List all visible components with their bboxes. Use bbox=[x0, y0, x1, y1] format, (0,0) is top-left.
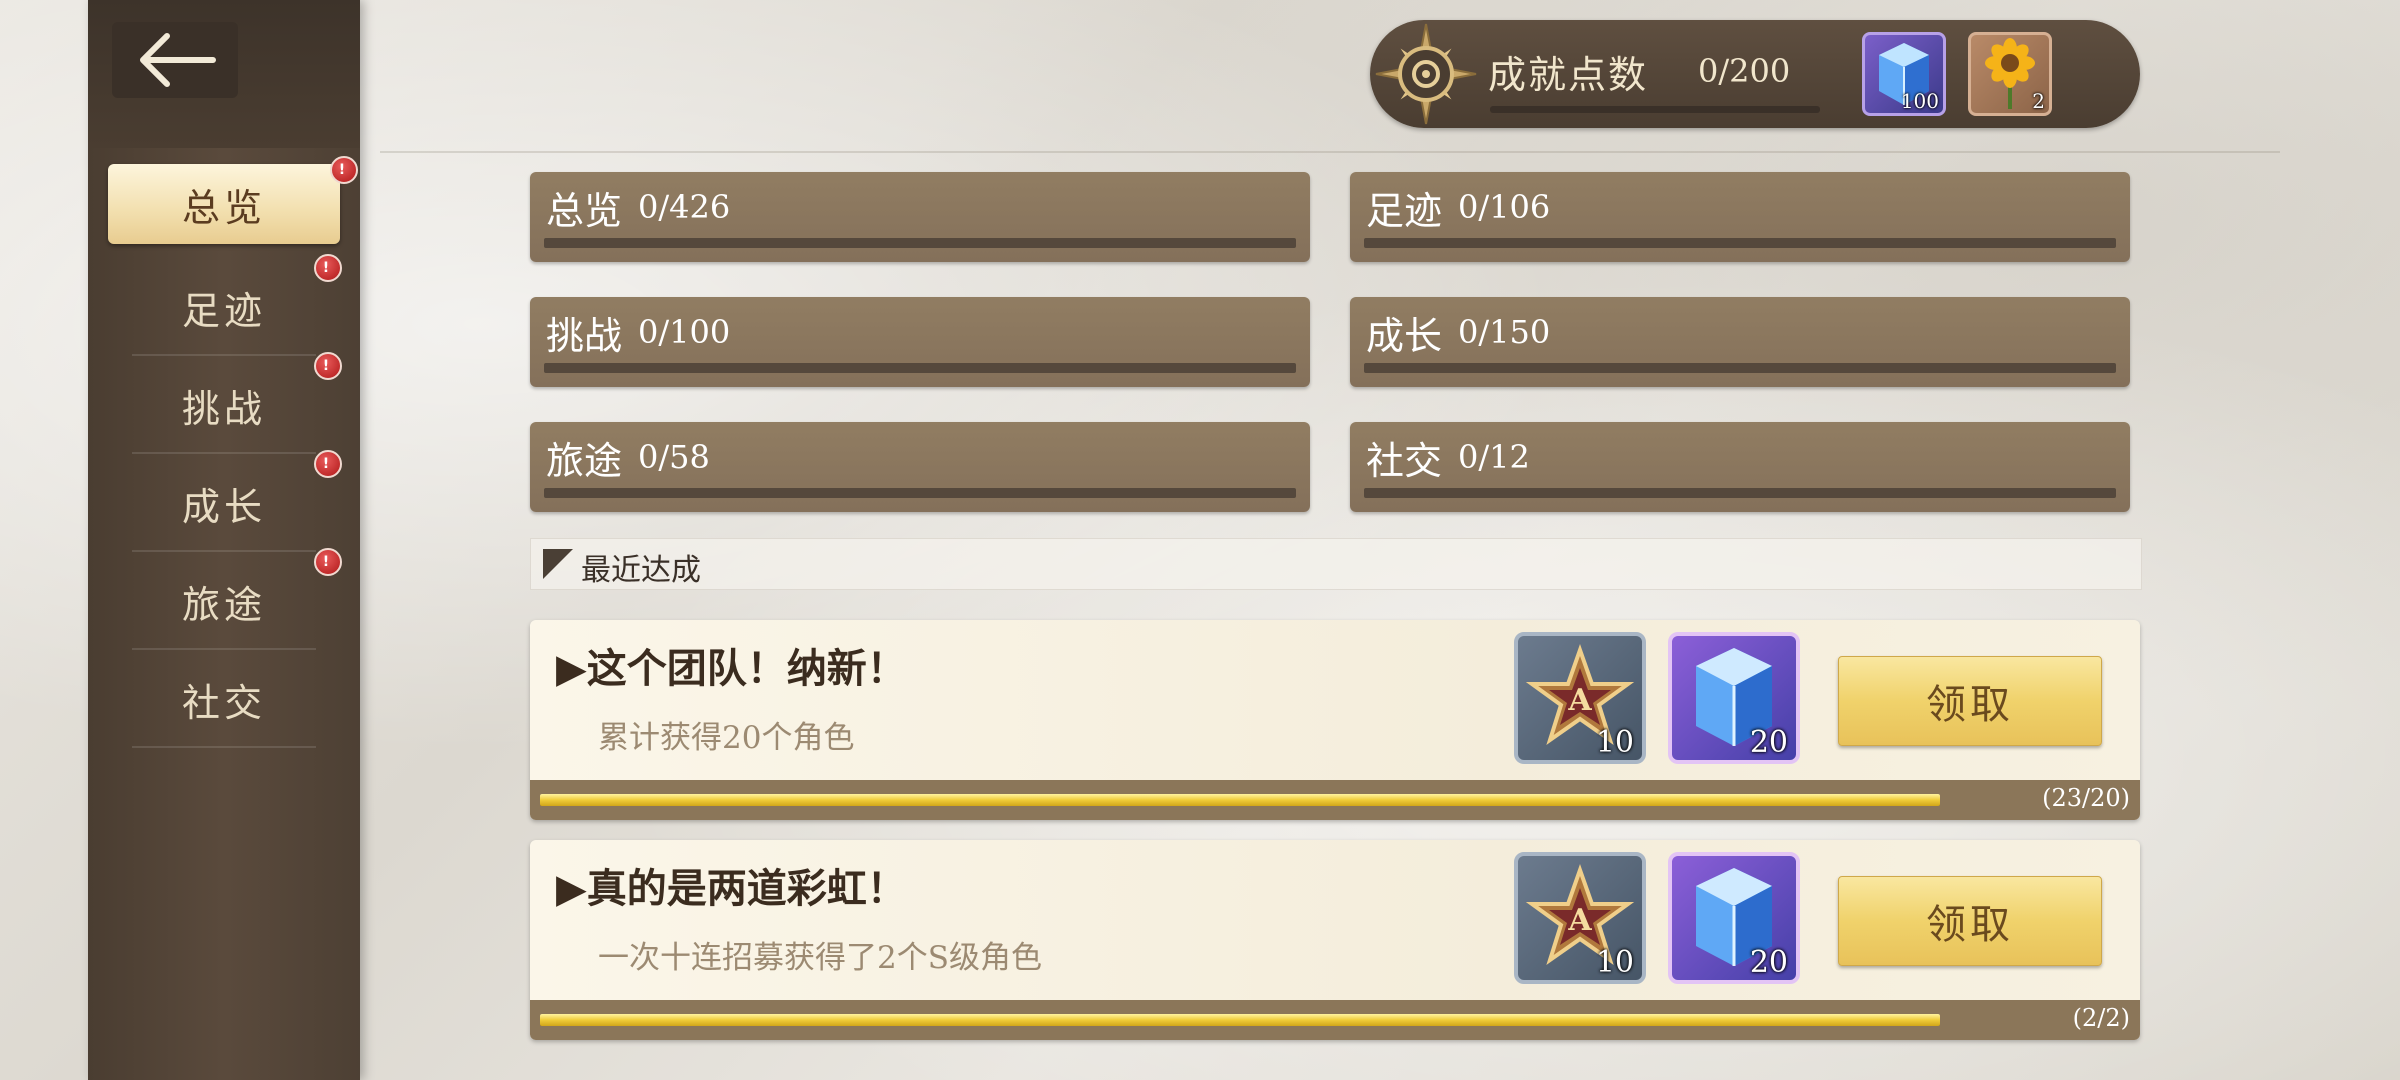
sidebar-item-label: 社交 bbox=[181, 680, 266, 725]
sidebar-item-social[interactable]: 社交 bbox=[88, 650, 360, 748]
header-divider bbox=[380, 151, 2280, 153]
achievement-card: ▶真的是两道彩虹！ 一次十连招募获得了2个S级角色 A 10 20 领取 (2/… bbox=[530, 840, 2140, 1040]
category-count: 0/58 bbox=[638, 438, 710, 476]
sidebar-item-overview[interactable]: 总览 ! bbox=[108, 156, 358, 244]
sidebar-item-journey[interactable]: 旅途 ! bbox=[88, 548, 360, 650]
claim-button[interactable]: 领取 bbox=[1838, 876, 2102, 966]
points-value: 0/200 bbox=[1698, 52, 1791, 90]
category-challenge[interactable]: 挑战 0/100 bbox=[530, 297, 1310, 387]
sidebar-item-challenge[interactable]: 挑战 ! bbox=[88, 352, 360, 454]
sidebar-item-growth[interactable]: 成长 ! bbox=[88, 450, 360, 552]
reward-blue-crystal[interactable]: 20 bbox=[1668, 852, 1800, 984]
category-name: 足迹 bbox=[1366, 189, 1443, 233]
points-label: 成就点数 bbox=[1488, 53, 1649, 97]
points-reward-sunflower[interactable]: 2 bbox=[1968, 32, 2052, 116]
achievement-progress-track bbox=[540, 1014, 1940, 1026]
alert-badge-icon: ! bbox=[314, 548, 342, 576]
category-count: 0/150 bbox=[1458, 313, 1551, 351]
sidebar-item-label: 挑战 bbox=[181, 386, 266, 431]
reward-a-rank-medal[interactable]: A 10 bbox=[1514, 632, 1646, 764]
category-progress-track bbox=[544, 488, 1296, 498]
back-button[interactable] bbox=[112, 22, 238, 98]
recent-achievements-header: 最近达成 bbox=[530, 538, 2142, 590]
achievement-title: ▶这个团队！纳新！ bbox=[556, 645, 907, 692]
achievement-desc: 一次十连招募获得了2个S级角色 bbox=[598, 940, 1042, 976]
corner-marker-icon bbox=[543, 549, 573, 579]
category-progress-track bbox=[1364, 488, 2116, 498]
points-reward-crystal[interactable]: 100 bbox=[1862, 32, 1946, 116]
category-count: 0/426 bbox=[638, 188, 731, 226]
reward-count: 100 bbox=[1900, 89, 1939, 113]
achievement-points-bar: 成就点数 0/200 100 2 bbox=[1370, 20, 2140, 128]
claim-button[interactable]: 领取 bbox=[1838, 656, 2102, 746]
category-footprint[interactable]: 足迹 0/106 bbox=[1350, 172, 2130, 262]
sidebar-item-label: 成长 bbox=[181, 484, 266, 529]
category-journey[interactable]: 旅途 0/58 bbox=[530, 422, 1310, 512]
category-progress-track bbox=[544, 238, 1296, 248]
sidebar-item-footprint[interactable]: 足迹 ! bbox=[88, 254, 360, 356]
category-count: 0/12 bbox=[1458, 438, 1530, 476]
achievement-progress-text: (23/20) bbox=[2042, 784, 2130, 812]
category-name: 成长 bbox=[1366, 314, 1443, 358]
alert-badge-icon: ! bbox=[314, 450, 342, 478]
reward-count: 2 bbox=[2032, 89, 2045, 113]
reward-count: 10 bbox=[1595, 945, 1634, 980]
achievement-progress-bar: (2/2) bbox=[530, 1000, 2140, 1040]
sidebar-item-label: 旅途 bbox=[181, 582, 266, 627]
category-name: 社交 bbox=[1366, 439, 1443, 483]
achievement-progress-track bbox=[540, 794, 1940, 806]
reward-a-rank-medal[interactable]: A 10 bbox=[1514, 852, 1646, 984]
compass-emblem-icon bbox=[1375, 23, 1477, 125]
achievement-desc: 累计获得20个角色 bbox=[598, 720, 855, 756]
category-social[interactable]: 社交 0/12 bbox=[1350, 422, 2130, 512]
svg-text:A: A bbox=[1567, 903, 1592, 938]
reward-count: 20 bbox=[1749, 945, 1788, 980]
category-progress-track bbox=[1364, 238, 2116, 248]
sidebar: 总览 ! 足迹 ! 挑战 ! 成长 ! 旅途 ! 社交 bbox=[88, 0, 360, 1080]
category-growth[interactable]: 成长 0/150 bbox=[1350, 297, 2130, 387]
sidebar-nav: 总览 ! 足迹 ! 挑战 ! 成长 ! 旅途 ! 社交 bbox=[88, 156, 360, 748]
back-arrow-icon bbox=[140, 33, 216, 87]
points-progress-track bbox=[1490, 106, 1820, 113]
category-name: 挑战 bbox=[546, 314, 623, 358]
achievement-progress-fill bbox=[540, 1014, 1940, 1026]
reward-blue-crystal[interactable]: 20 bbox=[1668, 632, 1800, 764]
alert-badge-icon: ! bbox=[314, 254, 342, 282]
category-name: 旅途 bbox=[546, 439, 623, 483]
category-progress-track bbox=[544, 363, 1296, 373]
category-name: 总览 bbox=[546, 189, 623, 233]
achievement-title: ▶真的是两道彩虹！ bbox=[556, 865, 907, 912]
reward-count: 20 bbox=[1749, 725, 1788, 760]
achievement-progress-text: (2/2) bbox=[2072, 1004, 2130, 1032]
sidebar-item-label: 总览 bbox=[181, 185, 266, 230]
category-overview[interactable]: 总览 0/426 bbox=[530, 172, 1310, 262]
svg-text:A: A bbox=[1567, 683, 1592, 718]
achievement-progress-bar: (23/20) bbox=[530, 780, 2140, 820]
category-count: 0/106 bbox=[1458, 188, 1551, 226]
reward-count: 10 bbox=[1595, 725, 1634, 760]
alert-badge-icon: ! bbox=[330, 156, 358, 184]
sidebar-item-label: 足迹 bbox=[181, 288, 266, 333]
alert-badge-icon: ! bbox=[314, 352, 342, 380]
achievement-progress-fill bbox=[540, 794, 1940, 806]
category-count: 0/100 bbox=[638, 313, 731, 351]
recent-title: 最近达成 bbox=[581, 553, 701, 588]
category-progress-track bbox=[1364, 363, 2116, 373]
achievement-card: ▶这个团队！纳新！ 累计获得20个角色 A 10 20 领取 (23/20) bbox=[530, 620, 2140, 820]
